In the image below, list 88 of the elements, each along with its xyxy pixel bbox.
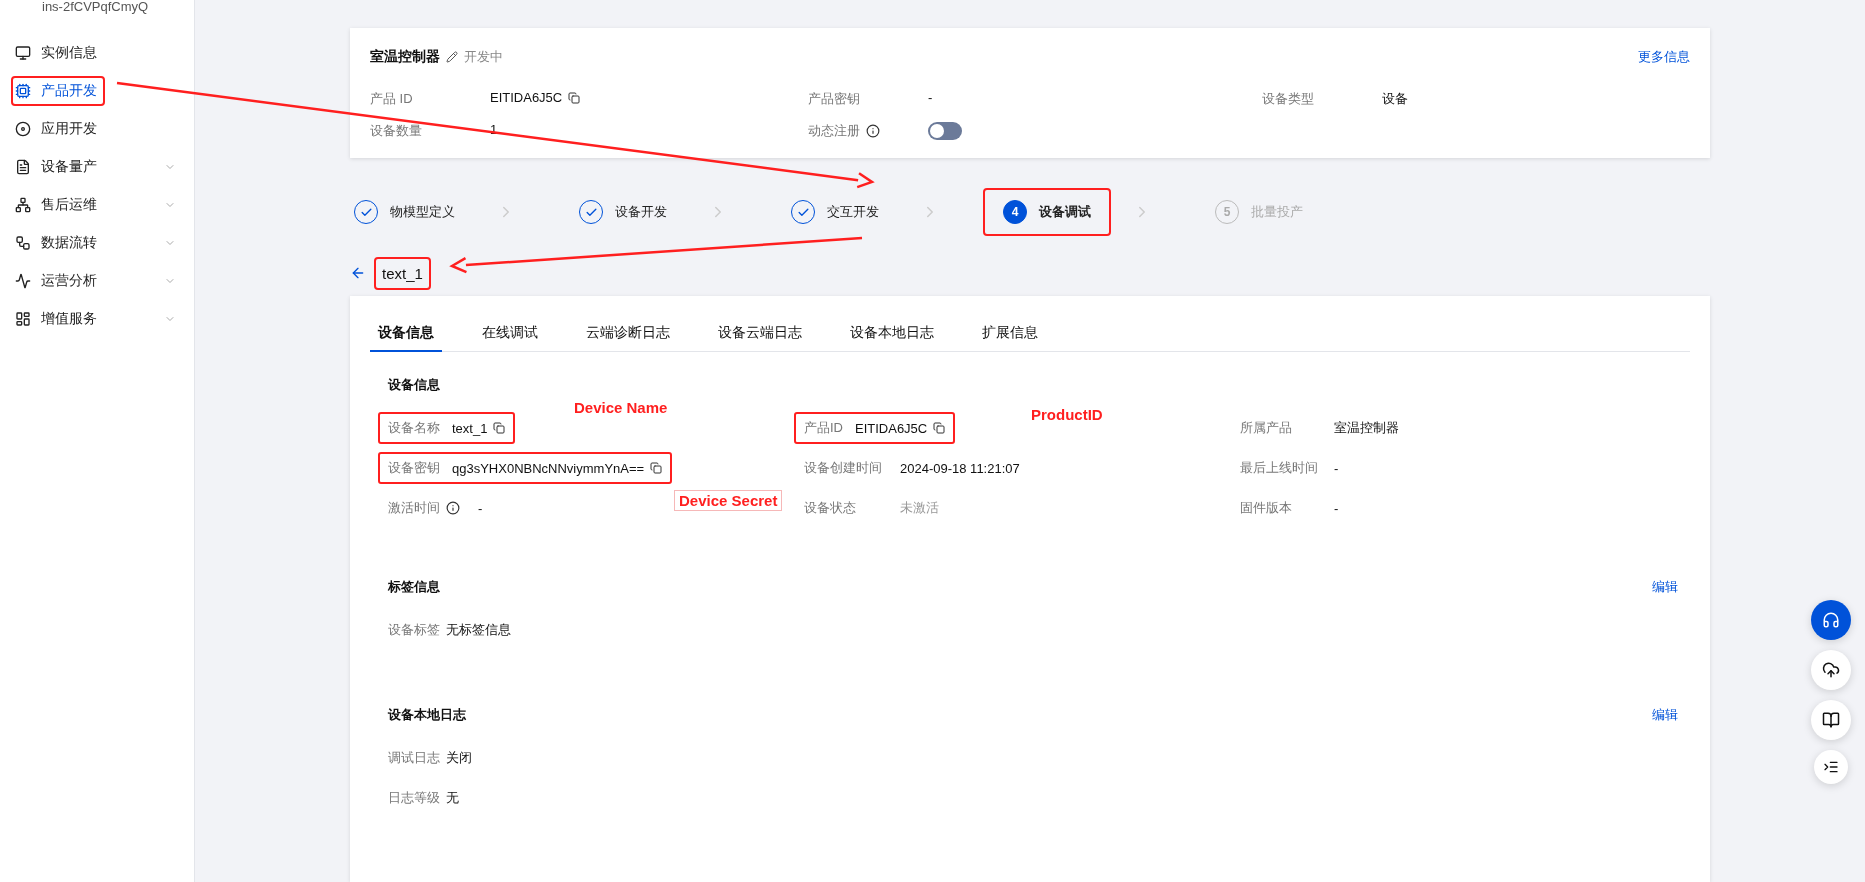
field-value: - [1334, 460, 1339, 476]
field-label: 设备类型 [1262, 90, 1315, 108]
annotation-label: Device Name [573, 398, 669, 418]
menu-icon [15, 235, 31, 251]
field-value: 无标签信息 [446, 621, 511, 639]
section-title: 设备本地日志 [388, 706, 466, 724]
step-item[interactable]: 物模型定义 [334, 188, 475, 236]
field-value: - [928, 90, 933, 105]
field-value: 未激活 [900, 499, 939, 517]
field-value: 2024-09-18 11:21:07 [900, 460, 1020, 476]
menu-icon [15, 273, 31, 289]
instance-id: ins-2fCVPqfCmyQ [41, 0, 150, 16]
copy-icon[interactable] [933, 422, 946, 434]
sidebar-item[interactable]: 售后运维 [0, 186, 194, 224]
sidebar-item[interactable]: 设备量产 [0, 148, 194, 186]
field-value: - [1334, 500, 1339, 516]
edit-link[interactable]: 编辑 [1652, 706, 1678, 724]
step-item[interactable]: 4 设备调试 [983, 188, 1111, 236]
section-title: 设备信息 [388, 376, 440, 394]
field-value: EITIDA6J5C [490, 90, 563, 105]
info-icon [446, 501, 460, 515]
device-title: text_1 [374, 256, 431, 290]
tab[interactable]: 云端诊断日志 [578, 316, 678, 352]
sidebar-item[interactable]: 实例信息 [0, 34, 194, 72]
sidebar-item[interactable]: 数据流转 [0, 224, 194, 262]
sidebar-item[interactable]: 运营分析 [0, 262, 194, 300]
support-button[interactable] [1811, 600, 1851, 640]
pencil-icon[interactable] [446, 51, 458, 63]
field-value: qg3sYHX0NBNcNNviymmYnA== [452, 460, 645, 476]
field-label: 激活时间 [388, 499, 440, 517]
field-label: 产品密钥 [808, 90, 861, 108]
tab[interactable]: 设备云端日志 [710, 316, 810, 352]
field-label: 产品 ID [370, 90, 414, 108]
copy-icon[interactable] [493, 422, 506, 434]
edit-link[interactable]: 编辑 [1652, 578, 1678, 596]
field-value: 关闭 [446, 749, 472, 767]
tab[interactable]: 设备本地日志 [842, 316, 942, 352]
product-status: 开发中 [464, 48, 503, 66]
field-value: 设备 [1382, 90, 1408, 108]
field-label: 设备创建时间 [804, 459, 883, 477]
book-icon [1822, 711, 1840, 729]
annotation-label: Device Secret [674, 490, 783, 511]
field-label: 最后上线时间 [1240, 459, 1319, 477]
field-label: 设备标签 [388, 621, 441, 639]
field-value: 无 [446, 789, 459, 807]
headset-icon [1822, 611, 1840, 629]
section-title: 标签信息 [388, 578, 440, 596]
tab[interactable]: 扩展信息 [974, 316, 1046, 352]
menu-icon [15, 197, 31, 213]
list-button[interactable] [1814, 750, 1848, 784]
tab[interactable]: 在线调试 [474, 316, 546, 352]
field-value: EITIDA6J5C [855, 420, 928, 436]
toggle-switch[interactable] [928, 122, 962, 140]
menu-icon [15, 159, 31, 175]
book-button[interactable] [1811, 700, 1851, 740]
list-icon [1823, 759, 1839, 775]
field-label: 设备数量 [370, 122, 423, 140]
field-label: 所属产品 [1240, 419, 1293, 437]
cloud-icon [1822, 661, 1840, 679]
field-value: - [478, 500, 483, 516]
field-label: 设备密钥 [388, 459, 440, 477]
step-item[interactable]: 交互开发 [771, 188, 899, 236]
cloud-button[interactable] [1811, 650, 1851, 690]
sidebar-item[interactable]: 增值服务 [0, 300, 194, 338]
field-value: 室温控制器 [1334, 419, 1399, 437]
info-icon [866, 124, 880, 138]
step-number: 4 [1003, 200, 1027, 224]
field-value: text_1 [452, 420, 488, 436]
field-label: 固件版本 [1240, 499, 1293, 517]
field-label: 产品ID [804, 419, 843, 437]
field-label: 设备状态 [804, 499, 857, 517]
field-label: 设备名称 [388, 419, 440, 437]
sidebar-item[interactable]: 应用开发 [0, 110, 194, 148]
menu-icon [15, 121, 31, 137]
sidebar-item[interactable]: 产品开发 [0, 72, 194, 110]
copy-icon[interactable] [568, 91, 581, 104]
tab[interactable]: 设备信息 [370, 316, 442, 352]
copy-icon[interactable] [650, 462, 663, 474]
more-info-link[interactable]: 更多信息 [1638, 48, 1690, 66]
field-label: 动态注册 [808, 122, 860, 140]
menu-icon [15, 311, 31, 327]
menu-icon [15, 83, 31, 99]
field-label: 调试日志 [388, 749, 441, 767]
field-label: 日志等级 [388, 789, 441, 807]
annotation-label: ProductID [1030, 405, 1104, 425]
product-name: 室温控制器 [370, 48, 440, 66]
menu-icon [15, 45, 31, 61]
step-item[interactable]: 设备开发 [559, 188, 687, 236]
